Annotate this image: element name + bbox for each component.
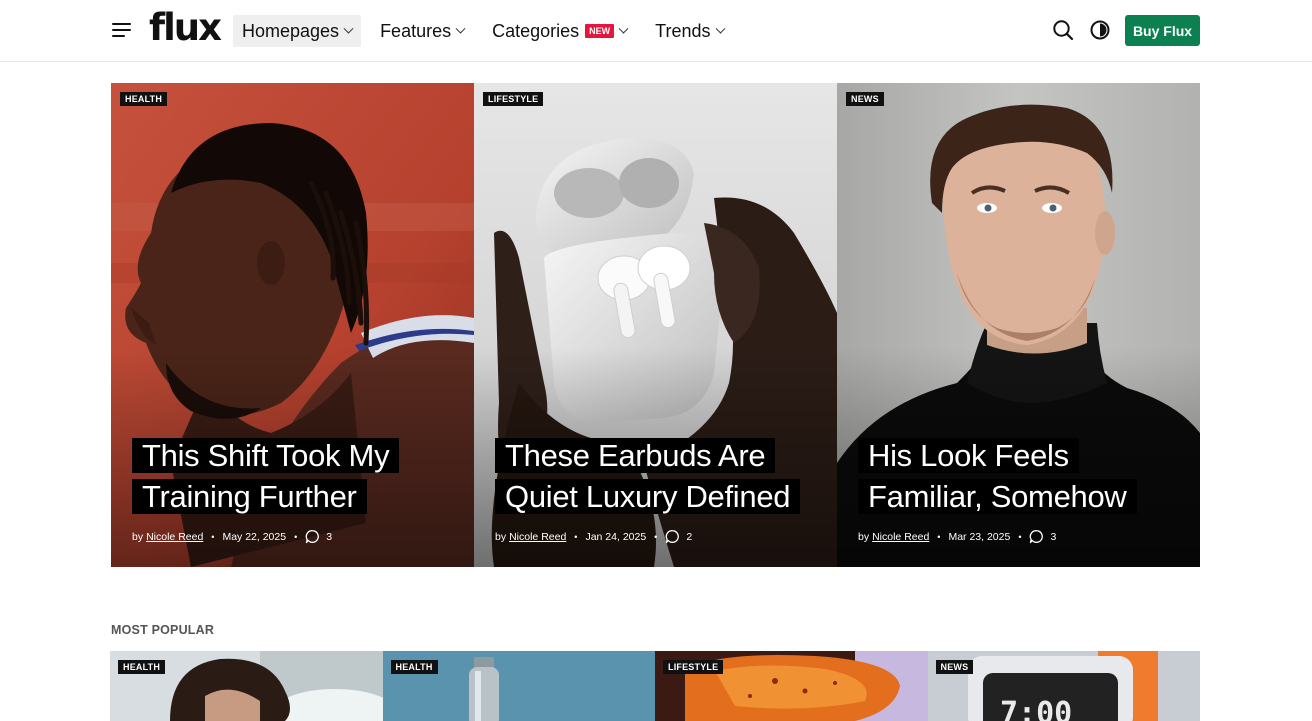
author-link[interactable]: Nicole Reed — [509, 531, 566, 543]
hero-grid: HEALTH This Shift Took My Training Furth… — [111, 83, 1200, 567]
chevron-down-icon — [618, 23, 629, 34]
article-meta: by Nicole Reed • Mar 23, 2025 • 3 — [858, 529, 1056, 544]
popular-card[interactable]: 7:00 NEWS — [927, 651, 1200, 721]
comment-count[interactable]: 3 — [1050, 531, 1056, 543]
nav-item-label: Categories — [492, 20, 580, 41]
byline-prefix: by — [132, 530, 144, 543]
site-header: flux Homepages Features Categories NEW T… — [0, 0, 1312, 62]
dark-mode-toggle-icon[interactable] — [1089, 19, 1111, 41]
nav-item-label: Homepages — [242, 20, 340, 41]
meta-separator: • — [294, 531, 298, 542]
hero-card[interactable]: LIFESTYLE These Earbuds Are Quiet Luxury… — [474, 83, 837, 567]
article-date: May 22, 2025 — [222, 530, 287, 543]
article-meta: by Nicole Reed • May 22, 2025 • 3 — [132, 529, 332, 544]
nav-item-categories[interactable]: Categories NEW — [483, 15, 636, 47]
comment-count[interactable]: 2 — [686, 531, 692, 543]
search-icon[interactable] — [1052, 19, 1074, 41]
nav-item-label: Features — [380, 20, 452, 41]
new-badge: NEW — [585, 24, 615, 38]
nav-item-homepages[interactable]: Homepages — [233, 15, 362, 47]
article-meta: by Nicole Reed • Jan 24, 2025 • 2 — [495, 529, 692, 544]
popular-card[interactable]: HEALTH — [382, 651, 655, 721]
chevron-down-icon — [715, 23, 725, 34]
comment-count[interactable]: 3 — [326, 531, 332, 543]
article-date: Mar 23, 2025 — [948, 530, 1011, 543]
hero-card[interactable]: HEALTH This Shift Took My Training Furth… — [111, 83, 474, 567]
category-tag[interactable]: HEALTH — [118, 660, 166, 674]
hamburger-menu-icon[interactable] — [112, 20, 132, 40]
category-tag[interactable]: NEWS — [846, 92, 884, 106]
category-tag[interactable]: HEALTH — [390, 660, 438, 674]
popular-card[interactable]: HEALTH — [110, 651, 383, 721]
buy-flux-button[interactable]: Buy Flux — [1125, 15, 1200, 46]
nav-item-trends[interactable]: Trends — [646, 15, 732, 47]
meta-separator: • — [211, 531, 215, 542]
category-tag[interactable]: NEWS — [935, 660, 974, 674]
section-title-most-popular: MOST POPULAR — [111, 623, 215, 637]
article-date: Jan 24, 2025 — [585, 530, 647, 543]
site-logo[interactable]: flux — [149, 6, 222, 50]
most-popular-grid: HEALTH HEALTH LIFESTYLE 7:00 NEWS — [110, 651, 1200, 721]
author-link[interactable]: Nicole Reed — [146, 531, 203, 543]
svg-text:7:00: 7:00 — [1000, 696, 1072, 721]
article-title[interactable]: His Look Feels Familiar, Somehow — [858, 435, 1188, 517]
article-title[interactable]: This Shift Took My Training Further — [132, 435, 462, 517]
comment-icon[interactable] — [305, 529, 320, 544]
comment-icon[interactable] — [665, 529, 680, 544]
author-link[interactable]: Nicole Reed — [872, 531, 929, 543]
meta-separator: • — [1018, 531, 1022, 542]
chevron-down-icon — [455, 23, 466, 34]
meta-separator: • — [574, 531, 578, 542]
byline-prefix: by — [858, 530, 870, 543]
meta-separator: • — [937, 531, 941, 542]
category-tag[interactable]: LIFESTYLE — [663, 660, 724, 674]
meta-separator: • — [654, 531, 658, 542]
comment-icon[interactable] — [1029, 529, 1044, 544]
hero-card[interactable]: NEWS His Look Feels Familiar, Somehow by… — [837, 83, 1200, 567]
nav-item-label: Trends — [655, 20, 711, 41]
popular-card[interactable]: LIFESTYLE — [655, 651, 928, 721]
byline-prefix: by — [495, 530, 507, 543]
chevron-down-icon — [343, 23, 354, 34]
main-nav: Homepages Features Categories NEW Trends — [233, 15, 743, 47]
category-tag[interactable]: HEALTH — [120, 92, 168, 106]
category-tag[interactable]: LIFESTYLE — [483, 92, 544, 106]
article-title[interactable]: These Earbuds Are Quiet Luxury Defined — [495, 435, 825, 517]
nav-item-features[interactable]: Features — [371, 15, 473, 47]
